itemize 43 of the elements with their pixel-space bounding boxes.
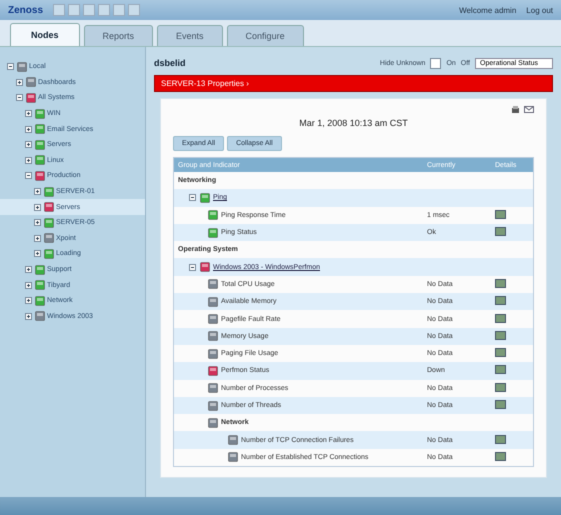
chart-icon[interactable] [495,278,506,288]
print-icon[interactable] [511,105,520,114]
expand-icon[interactable] [25,266,32,274]
alert-text: SERVER-13 Properties › [161,79,249,88]
expand-icon[interactable] [25,312,32,320]
page-title: dsbelid [154,58,187,68]
expand-icon[interactable] [25,110,32,118]
chart-icon[interactable] [495,296,506,306]
chart-icon[interactable] [495,452,506,461]
expand-icon[interactable] [25,126,32,133]
chart-icon[interactable] [495,365,506,374]
expand-icon[interactable] [16,78,23,86]
nav-tab[interactable]: Configure [226,25,304,46]
collapse-icon[interactable] [7,63,14,70]
header-link[interactable]: Log out [526,6,553,14]
collapse-icon[interactable] [25,172,32,180]
chart-icon[interactable] [495,227,506,236]
expand-icon[interactable] [25,141,32,148]
nav-tab[interactable]: Nodes [10,23,80,46]
expand-icon[interactable] [34,250,41,258]
nav-tab[interactable]: Events [157,25,223,46]
expand-icon[interactable] [34,219,41,226]
header-link[interactable]: Welcome admin [459,6,516,14]
checkbox[interactable] [430,58,442,68]
chart-icon[interactable] [495,330,506,340]
expand-icon[interactable] [25,156,32,164]
report-date: Mar 1, 2008 10:13 am CST [298,118,409,128]
nav-tab[interactable]: Reports [84,25,154,46]
expand-icon[interactable] [34,188,41,196]
chart-icon[interactable] [495,210,506,219]
expand-icon[interactable] [25,297,32,304]
chart-icon[interactable] [495,348,506,358]
expand-icon[interactable] [25,282,32,289]
collapse-icon[interactable] [189,194,196,202]
expand-icon[interactable] [34,204,41,211]
brand-logo: Zenoss [8,4,44,16]
chart-icon[interactable] [495,434,506,444]
collapse-icon[interactable] [189,264,196,271]
mail-icon[interactable] [524,105,534,114]
collapse-icon[interactable] [16,94,23,102]
chart-icon[interactable] [495,314,506,323]
expand-icon[interactable] [34,234,41,242]
chart-icon[interactable] [495,382,506,392]
